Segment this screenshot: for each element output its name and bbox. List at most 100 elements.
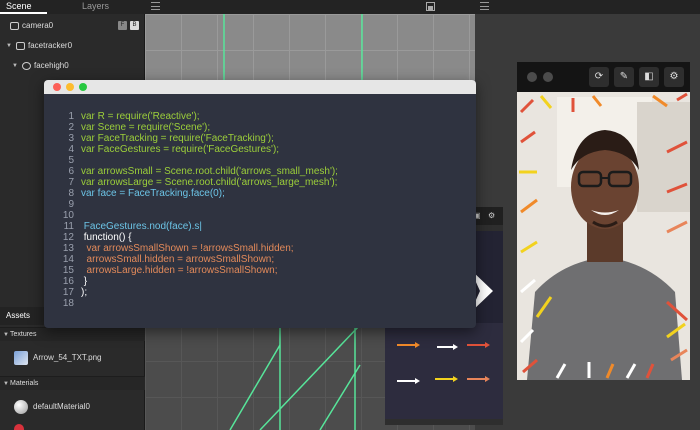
line-number: 8 xyxy=(68,188,74,199)
line-number: 3 xyxy=(68,133,74,144)
camera-feed-image xyxy=(517,92,690,380)
arrow-swatches xyxy=(397,342,490,384)
line-number: 5 xyxy=(68,155,74,166)
code-text: function() { xyxy=(81,232,132,243)
code-editor-window[interactable]: 1 var R = require('Reactive'); 2 var Scene… xyxy=(44,80,476,328)
code-line: 2 var Scene = require('Scene'); xyxy=(44,122,476,133)
code-text: } xyxy=(81,276,88,287)
code-line: 7 var arrowsLarge = Scene.root.child('arr… xyxy=(44,177,476,188)
chevron-down-icon: ▼ xyxy=(3,381,9,387)
code-text: var FaceTracking = require('FaceTracking… xyxy=(81,133,274,144)
material-thumbnail-partial xyxy=(14,424,24,430)
line-number: 14 xyxy=(62,254,74,265)
tab-layers[interactable]: Layers xyxy=(82,0,109,14)
chevron-down-icon[interactable]: ▼ xyxy=(6,36,12,56)
textures-section-header[interactable]: ▼ Textures xyxy=(0,327,145,341)
line-number: 15 xyxy=(62,265,74,276)
gear-icon[interactable]: ⚙ xyxy=(488,211,498,221)
asset-item-material[interactable]: defaultMaterial0 xyxy=(0,396,145,418)
code-text: var R = require('Reactive'); xyxy=(81,111,200,122)
tree-item-facehigh[interactable]: ▼ facehigh0 xyxy=(0,56,145,76)
line-number: 11 xyxy=(63,221,74,232)
code-line: 8 var face = FaceTracking.face(0); xyxy=(44,188,476,199)
layout-icon[interactable]: ◧ xyxy=(639,67,659,87)
code-line: 18 xyxy=(44,298,476,309)
camera-icon xyxy=(10,22,19,30)
section-label: Textures xyxy=(10,331,37,338)
visibility-badge[interactable]: F xyxy=(118,21,127,30)
code-line: 14 arrowsSmall.hidden = arrowsSmallShown… xyxy=(44,254,476,265)
code-line: 1 var R = require('Reactive'); xyxy=(44,111,476,122)
line-number: 13 xyxy=(62,243,74,254)
line-number: 1 xyxy=(68,111,74,122)
code-text: var Scene = require('Scene'); xyxy=(81,122,211,133)
asset-label: Arrow_54_TXT.png xyxy=(33,353,102,362)
material-thumbnail xyxy=(14,400,28,414)
code-text: var face = FaceTracking.face(0); xyxy=(81,188,225,199)
code-text: arrowsSmall.hidden = arrowsSmallShown; xyxy=(81,254,275,265)
asset-item-texture[interactable]: Arrow_54_TXT.png xyxy=(0,347,145,369)
materials-section-header[interactable]: ▼ Materials xyxy=(0,376,145,390)
line-number: 16 xyxy=(62,276,74,287)
camera-preview-window: ⟳ ✎ ◧ ⚙ xyxy=(517,62,690,380)
gear-icon[interactable]: ⚙ xyxy=(664,67,684,87)
code-line: 13 var arrowsSmallShown = !arrowsSmall.h… xyxy=(44,243,476,254)
maximize-window-button[interactable] xyxy=(79,83,87,91)
chevron-down-icon: ▼ xyxy=(3,332,9,338)
code-line: 16 } xyxy=(44,276,476,287)
viewport-toggle-icon[interactable] xyxy=(426,2,435,11)
line-number: 12 xyxy=(62,232,74,243)
code-text: ); xyxy=(81,287,88,298)
code-text: var arrowsSmallShown = !arrowsSmall.hidd… xyxy=(81,243,294,254)
line-number: 18 xyxy=(62,298,74,309)
lock-badge[interactable]: B xyxy=(130,21,139,30)
tree-item-label: facehigh0 xyxy=(34,61,69,70)
tree-item-facetracker[interactable]: ▼ facetracker0 xyxy=(0,36,145,56)
line-number: 6 xyxy=(68,166,74,177)
code-text: var arrowsSmall = Scene.root.child('arro… xyxy=(81,166,338,177)
globe-icon xyxy=(22,62,31,70)
texture-thumbnail xyxy=(14,351,28,365)
tree-item-label: camera0 xyxy=(22,21,54,30)
code-text: FaceGestures.nod(face).s| xyxy=(81,221,202,232)
top-bar: Scene Layers xyxy=(0,0,700,14)
brush-icon[interactable]: ✎ xyxy=(614,67,634,87)
window-dot[interactable] xyxy=(527,72,537,82)
code-text: var FaceGestures = require('FaceGestures… xyxy=(81,144,280,155)
code-line: 12 function() { xyxy=(44,232,476,243)
refresh-icon[interactable]: ⟳ xyxy=(589,67,609,87)
wire-line xyxy=(259,325,361,430)
person-with-arrows-graphic xyxy=(517,92,690,380)
line-number: 10 xyxy=(62,210,74,221)
wire-line xyxy=(319,364,361,430)
code-line: 15 arrowsLarge.hidden = !arrowsSmallShow… xyxy=(44,265,476,276)
tree-item-camera[interactable]: camera0 F B xyxy=(0,16,145,36)
editor-titlebar xyxy=(44,80,476,94)
facetracker-icon xyxy=(16,42,25,50)
line-number: 7 xyxy=(68,177,74,188)
section-label: Materials xyxy=(10,380,39,387)
texture-preview-bottom xyxy=(385,323,503,419)
code-line: 11 FaceGestures.nod(face).s| xyxy=(44,221,476,232)
code-line: 6 var arrowsSmall = Scene.root.child('arr… xyxy=(44,166,476,177)
chevron-down-icon[interactable]: ▼ xyxy=(12,56,18,76)
line-number: 2 xyxy=(68,122,74,133)
code-text: arrowsLarge.hidden = !arrowsSmallShown; xyxy=(81,265,278,276)
code-body[interactable]: 1 var R = require('Reactive'); 2 var Scene… xyxy=(44,111,476,309)
asset-label: defaultMaterial0 xyxy=(33,402,90,411)
code-line: 3 var FaceTracking = require('FaceTrackin… xyxy=(44,133,476,144)
window-dot[interactable] xyxy=(543,72,553,82)
panel-menu-icon[interactable] xyxy=(151,2,160,10)
preview-toolbar: ⟳ ✎ ◧ ⚙ xyxy=(517,62,690,92)
line-number: 9 xyxy=(68,199,74,210)
code-line: 10 xyxy=(44,210,476,221)
code-line: 4 var FaceGestures = require('FaceGesture… xyxy=(44,144,476,155)
tree-item-label: facetracker0 xyxy=(28,41,73,50)
code-line: 17); xyxy=(44,287,476,298)
line-number: 17 xyxy=(62,287,74,298)
code-line: 5 xyxy=(44,155,476,166)
minimize-window-button[interactable] xyxy=(66,83,74,91)
viewport-menu-icon[interactable] xyxy=(480,2,489,10)
close-window-button[interactable] xyxy=(53,83,61,91)
line-number: 4 xyxy=(68,144,74,155)
